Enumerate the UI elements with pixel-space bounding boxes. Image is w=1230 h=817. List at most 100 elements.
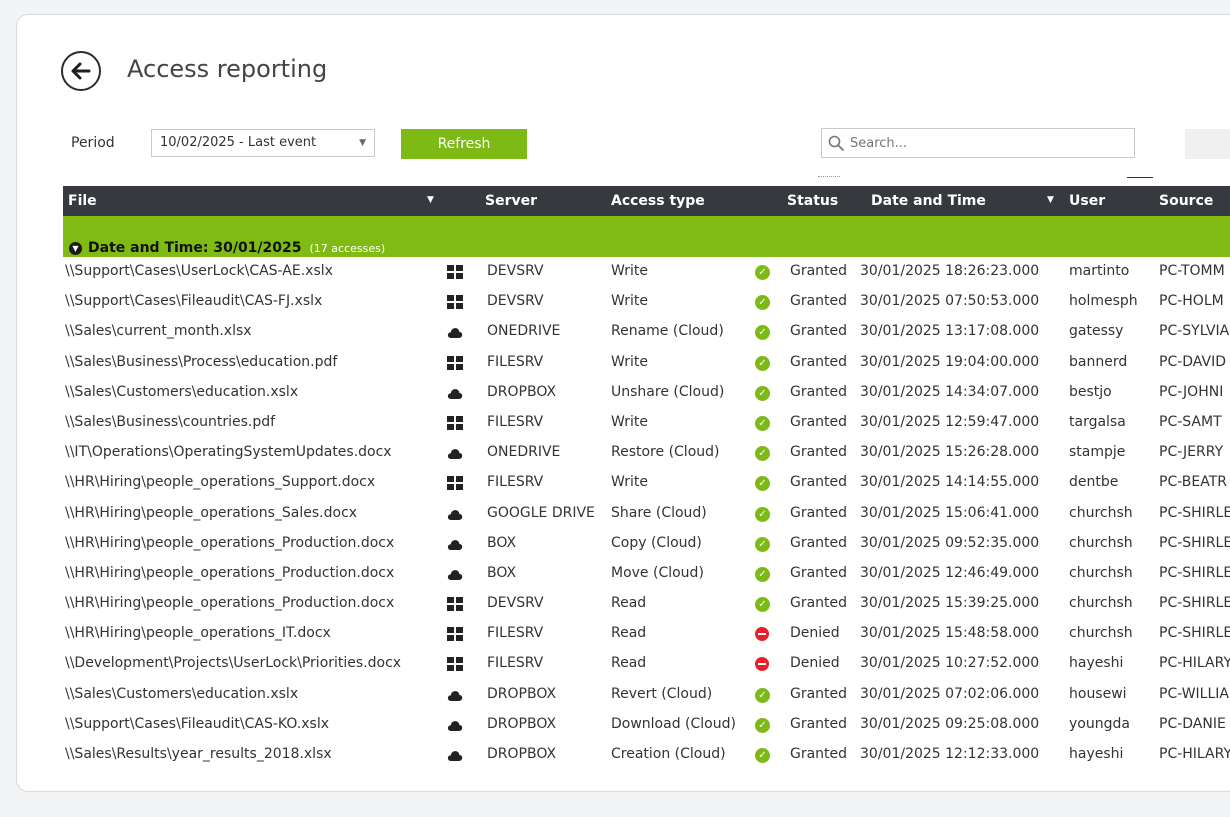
column-header-date-time[interactable]: Date and Time [871, 193, 986, 209]
cell-access-type: Write [611, 474, 648, 491]
cell-date-time: 30/01/2025 07:02:06.000 [860, 685, 1040, 702]
cell-status: Denied [790, 655, 840, 672]
cell-file: \\HR\Hiring\people_operations_Production… [65, 534, 395, 551]
cell-file: \\Sales\Customers\education.xslx [65, 383, 299, 400]
cell-source: PC-SHIRLE [1159, 564, 1230, 581]
cell-user: churchsh [1069, 564, 1133, 581]
cloud-icon [447, 718, 463, 732]
cell-source: PC-TOMM [1159, 263, 1225, 279]
granted-icon: ✓ [755, 385, 770, 401]
cell-status: Granted [790, 564, 848, 581]
table-row[interactable]: \\HR\Hiring\people_operations_Support.do… [63, 468, 1230, 498]
table-row[interactable]: \\Sales\Business\countries.pdf FILESRV Wri… [63, 408, 1230, 438]
cell-access-type: Unshare (Cloud) [611, 383, 725, 400]
search-box[interactable] [821, 128, 1135, 158]
sort-down-icon[interactable]: ▼ [427, 195, 434, 205]
cell-user: hayeshi [1069, 746, 1124, 762]
page-title: Access reporting [127, 55, 328, 83]
cell-access-type: Write [611, 263, 648, 279]
cell-status: Granted [790, 444, 848, 461]
table-row[interactable]: \\Support\Cases\Fileaudit\CAS-KO.xslx DRO… [63, 710, 1230, 740]
group-label: Date and Time: 30/01/2025 [88, 240, 302, 256]
column-header-server[interactable]: Server [485, 193, 537, 209]
cell-access-type: Rename (Cloud) [611, 323, 724, 340]
cell-status: Granted [790, 323, 848, 340]
arrow-left-circle-icon [71, 62, 91, 80]
cell-server: FILESRV [487, 413, 544, 430]
cell-status: Granted [790, 595, 848, 612]
cell-access-type: Copy (Cloud) [611, 534, 702, 551]
export-button[interactable] [1185, 129, 1230, 159]
table-row[interactable]: \\HR\Hiring\people_operations_Production… [63, 589, 1230, 619]
windows-icon [447, 657, 463, 672]
granted-icon: ✓ [755, 536, 770, 552]
table-row[interactable]: \\HR\Hiring\people_operations_Sales.docx… [63, 499, 1230, 529]
column-header-user[interactable]: User [1069, 193, 1105, 209]
table-row[interactable]: \\Sales\Business\Process\education.pdf FI… [63, 348, 1230, 378]
cell-date-time: 30/01/2025 18:26:23.000 [860, 263, 1040, 279]
granted-icon: ✓ [755, 717, 770, 733]
table-row[interactable]: \\Sales\Customers\education.xslx DROPBOX R… [63, 680, 1230, 710]
cell-status: Granted [790, 353, 848, 370]
cell-status: Granted [790, 534, 848, 551]
cell-date-time: 30/01/2025 15:06:41.000 [860, 504, 1040, 521]
cell-user: bannerd [1069, 353, 1128, 370]
granted-icon: ✓ [755, 506, 770, 522]
divider-line [1127, 177, 1153, 178]
cell-status: Granted [790, 685, 848, 702]
cell-file: \\Sales\Customers\education.xslx [65, 685, 299, 702]
granted-icon: ✓ [755, 566, 770, 582]
table-row[interactable]: \\IT\Operations\OperatingSystemUpdates.d… [63, 438, 1230, 468]
cloud-icon [447, 537, 463, 551]
cell-server: DEVSRV [487, 595, 544, 612]
refresh-button[interactable]: Refresh [401, 129, 527, 159]
cell-status: Granted [790, 474, 848, 491]
table-row[interactable]: \\Sales\Customers\education.xslx DROPBOX U… [63, 378, 1230, 408]
cell-access-type: Move (Cloud) [611, 564, 704, 581]
column-header-status[interactable]: Status [787, 193, 838, 209]
collapse-icon[interactable]: ▼ [69, 241, 82, 255]
cell-source: PC-BEATR [1159, 474, 1227, 491]
table-row[interactable]: \\Development\Projects\UserLock\Prioriti… [63, 649, 1230, 679]
cloud-icon [447, 386, 463, 400]
windows-icon [447, 476, 463, 491]
cell-file: \\Support\Cases\Fileaudit\CAS-KO.xslx [65, 715, 329, 732]
cell-user: youngda [1069, 715, 1130, 732]
group-row[interactable]: ▼ Date and Time: 30/01/2025 (17 accesses… [63, 216, 1230, 257]
cell-user: bestjo [1069, 383, 1112, 400]
table-row[interactable]: \\HR\Hiring\people_operations_Production… [63, 559, 1230, 589]
cell-server: ONEDRIVE [487, 323, 561, 340]
search-input[interactable] [848, 134, 1132, 152]
table-row[interactable]: \\Sales\current_month.xlsx ONEDRIVE Rename… [63, 317, 1230, 347]
table-row[interactable]: \\HR\Hiring\people_operations_IT.docx FIL… [63, 619, 1230, 649]
cell-file: \\IT\Operations\OperatingSystemUpdates.d… [65, 444, 392, 461]
period-select[interactable]: 10/02/2025 - Last event ▼ [151, 129, 375, 157]
cell-access-type: Read [611, 625, 647, 642]
table-row[interactable]: \\Support\Cases\UserLock\CAS-AE.xslx DEVS… [63, 257, 1230, 287]
column-header-source[interactable]: Source [1159, 193, 1213, 209]
table-row[interactable]: \\HR\Hiring\people_operations_Production… [63, 529, 1230, 559]
column-header-access-type[interactable]: Access type [611, 193, 705, 209]
cell-user: targalsa [1069, 413, 1126, 430]
cell-file: \\HR\Hiring\people_operations_Support.do… [65, 474, 376, 491]
cell-date-time: 30/01/2025 14:14:55.000 [860, 474, 1040, 491]
sort-down-icon[interactable]: ▼ [1047, 195, 1054, 205]
table-row[interactable]: \\Support\Cases\Fileaudit\CAS-FJ.xslx DEV… [63, 287, 1230, 317]
cell-server: BOX [487, 564, 517, 581]
period-value: 10/02/2025 - Last event [160, 135, 317, 150]
granted-icon: ✓ [755, 295, 770, 311]
table-row[interactable]: \\Sales\Results\year_results_2018.xlsx DR… [63, 740, 1230, 770]
cell-source: PC-HILARY [1159, 746, 1230, 762]
cell-server: FILESRV [487, 625, 544, 642]
cell-user: churchsh [1069, 504, 1133, 521]
column-header-file[interactable]: File [68, 193, 97, 209]
windows-icon [447, 415, 463, 430]
cell-server: DROPBOX [487, 746, 557, 762]
granted-icon: ✓ [755, 597, 770, 613]
cell-file: \\Support\Cases\Fileaudit\CAS-FJ.xslx [65, 293, 323, 310]
cell-date-time: 30/01/2025 15:26:28.000 [860, 444, 1040, 461]
cell-file: \\HR\Hiring\people_operations_Sales.docx [65, 504, 358, 521]
back-button[interactable] [61, 51, 101, 91]
cell-server: DEVSRV [487, 293, 544, 310]
cell-status: Granted [790, 746, 848, 762]
